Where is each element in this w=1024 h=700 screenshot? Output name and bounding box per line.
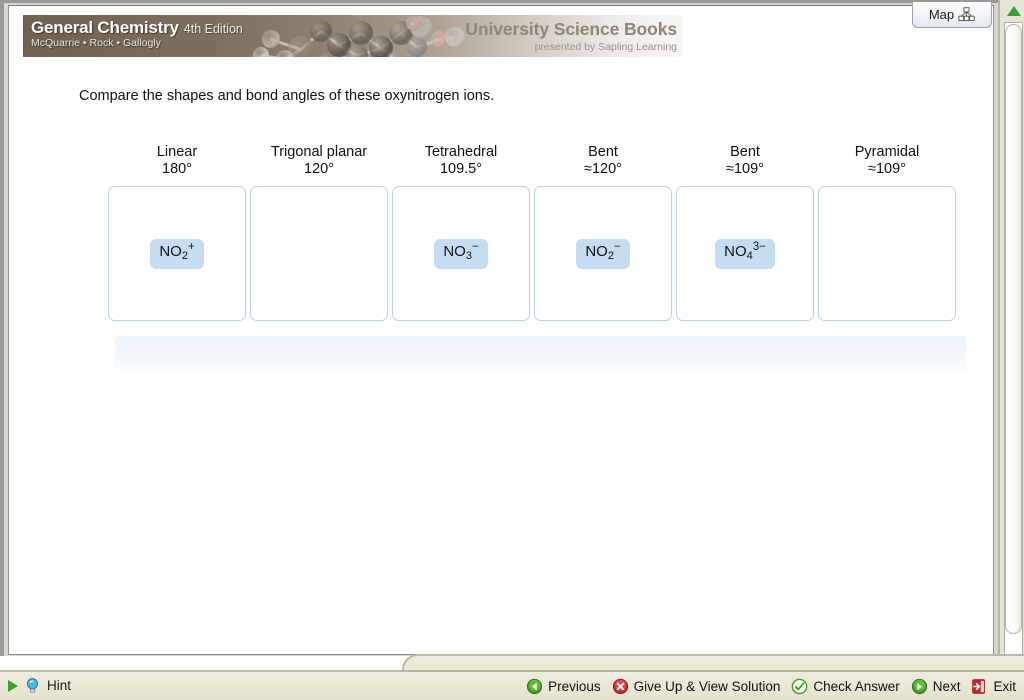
- exit-door-icon: [972, 679, 986, 694]
- ion-charge: +: [187, 240, 195, 253]
- nav-check-answer-button[interactable]: Check Answer: [791, 678, 900, 695]
- drop-zone[interactable]: [250, 186, 388, 321]
- book-authors: McQuarrie • Rock • Gallogly: [31, 37, 161, 49]
- shape-name-label: Linear: [156, 144, 198, 160]
- ion-charge: −: [613, 240, 621, 253]
- ion-charge: 3−: [752, 240, 766, 253]
- hint-label: Hint: [47, 678, 72, 693]
- bond-angle-label: ≈109°: [868, 161, 906, 177]
- nav-label: Check Answer: [813, 679, 900, 694]
- check-circle-icon: [792, 678, 808, 695]
- nav-label: Next: [932, 679, 961, 694]
- banner-publisher-info: University Science Books presented by Sa…: [465, 19, 677, 53]
- ion-formula: NO: [443, 242, 466, 260]
- bond-angle-label: 180°: [162, 161, 192, 177]
- map-button-label: Map: [928, 7, 955, 22]
- bond-angle-label: ≈109°: [726, 161, 764, 177]
- drop-zone[interactable]: NO43−: [676, 186, 814, 321]
- publisher-name: University Science Books: [465, 19, 677, 39]
- sitemap-icon: [958, 7, 975, 21]
- arrow-right-circle-icon: [911, 678, 927, 695]
- footer-navigation: Previous Give Up & View Solution Check Ans…: [526, 678, 1016, 695]
- ion-chip[interactable]: NO3−: [434, 238, 488, 269]
- arrow-left-circle-icon: [526, 678, 543, 695]
- x-circle-icon: [612, 678, 628, 695]
- drop-zone[interactable]: [818, 186, 956, 321]
- course-banner: General Chemistry 4th Edition McQuarrie •…: [23, 15, 683, 57]
- shape-column: Bent ≈120° NO2−: [532, 144, 674, 321]
- nav-next-button[interactable]: Next: [911, 678, 961, 695]
- content-area: General Chemistry 4th Edition McQuarrie •…: [8, 5, 994, 655]
- ion-formula: NO: [724, 242, 747, 260]
- scrollbar-up-button[interactable]: [1004, 1, 1023, 21]
- book-edition: 4th Edition: [183, 22, 243, 36]
- vertical-scrollbar[interactable]: [998, 0, 1024, 680]
- footer-curve: [0, 654, 1024, 670]
- nav-give-up-view-solution-button[interactable]: Give Up & View Solution: [612, 678, 781, 695]
- nav-previous-button[interactable]: Previous: [526, 678, 601, 695]
- shape-column: Tetrahedral 109.5° NO3−: [390, 144, 532, 321]
- shape-name-label: Tetrahedral: [424, 144, 498, 160]
- scrollbar-thumb[interactable]: [1005, 24, 1022, 634]
- ion-chip[interactable]: NO43−: [715, 238, 775, 269]
- shape-name-label: Bent: [730, 144, 760, 160]
- shape-columns: Linear 180° NO2+ Trigonal planar 120° Tetrahe…: [106, 144, 958, 321]
- bond-angle-label: 109.5°: [439, 161, 483, 177]
- shape-name-label: Trigonal planar: [270, 144, 368, 160]
- ion-subscript: 4: [746, 249, 753, 262]
- bond-angle-label: 120°: [304, 161, 334, 177]
- answer-bank[interactable]: [115, 336, 966, 374]
- book-title: General Chemistry: [31, 18, 179, 37]
- ion-chip[interactable]: NO2−: [576, 238, 630, 269]
- drop-zone[interactable]: NO3−: [392, 186, 530, 321]
- shape-name-label: Pyramidal: [854, 144, 920, 160]
- play-triangle-icon: [8, 679, 18, 692]
- triangle-up-icon: [1006, 6, 1021, 16]
- shape-column: Linear 180° NO2+: [106, 144, 248, 321]
- ion-formula: NO: [585, 242, 608, 260]
- hint-button[interactable]: Hint: [8, 677, 71, 694]
- shape-column: Trigonal planar 120°: [248, 144, 390, 321]
- publisher-tagline: presented by Sapling Learning: [534, 41, 677, 53]
- drop-zone[interactable]: NO2−: [534, 186, 672, 321]
- bond-angle-label: ≈120°: [584, 161, 622, 177]
- ion-charge: −: [471, 240, 479, 253]
- nav-label: Previous: [548, 679, 601, 694]
- nav-label: Give Up & View Solution: [633, 679, 781, 694]
- banner-book-info: General Chemistry 4th Edition McQuarrie •…: [31, 18, 243, 49]
- nav-label: Exit: [993, 679, 1016, 694]
- shape-column: Pyramidal ≈109°: [816, 144, 958, 321]
- lightbulb-icon: [26, 678, 39, 693]
- map-button[interactable]: Map: [912, 2, 992, 28]
- shape-column: Bent ≈109° NO43−: [674, 144, 816, 321]
- ion-formula: NO: [159, 242, 182, 260]
- question-prompt: Compare the shapes and bond angles of th…: [79, 88, 495, 104]
- ion-chip[interactable]: NO2+: [150, 238, 204, 269]
- drop-zone[interactable]: NO2+: [108, 186, 246, 321]
- shape-name-label: Bent: [588, 144, 618, 160]
- application-window: General Chemistry 4th Edition McQuarrie •…: [0, 0, 1024, 700]
- nav-exit-button[interactable]: Exit: [971, 678, 1016, 695]
